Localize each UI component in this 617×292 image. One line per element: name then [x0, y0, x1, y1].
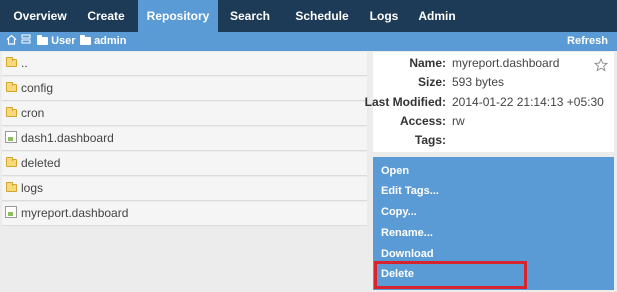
detail-label: Tags:: [414, 133, 446, 147]
breadcrumb-label: admin: [94, 35, 127, 47]
detail-label: Access:: [399, 114, 446, 128]
folder-icon: [6, 157, 17, 167]
folder-icon: [37, 35, 48, 45]
rename-action[interactable]: Rename...: [381, 223, 433, 243]
nav-item-logs[interactable]: Logs: [362, 0, 406, 32]
nav-item-overview[interactable]: Overview: [6, 0, 74, 32]
file-name: cron: [21, 106, 45, 120]
detail-size: Size: 593 bytes: [373, 72, 614, 92]
file-name: config: [21, 81, 54, 95]
folder-icon: [6, 182, 17, 192]
nav-item-create[interactable]: Create: [74, 0, 138, 32]
copy-action[interactable]: Copy...: [381, 202, 417, 222]
top-nav-bar: Overview Create Repository Search Schedu…: [0, 0, 617, 32]
folder-icon: [80, 35, 91, 45]
file-name: ..: [21, 56, 28, 70]
file-name: dash1.dashboard: [21, 131, 114, 145]
file-row-parent[interactable]: ..: [2, 52, 367, 76]
detail-name: Name: myreport.dashboard: [373, 53, 614, 73]
detail-access: Access: rw: [373, 111, 614, 131]
file-row-dash1[interactable]: dash1.dashboard: [2, 127, 367, 151]
detail-tags: Tags:: [373, 130, 614, 150]
detail-label: Name:: [409, 56, 446, 70]
folder-icon: [6, 107, 17, 117]
file-row-config[interactable]: config: [2, 77, 367, 101]
delete-highlight-box: [374, 261, 527, 289]
nav-item-schedule[interactable]: Schedule: [282, 0, 362, 32]
folder-icon: [6, 57, 17, 67]
detail-value: 593 bytes: [452, 75, 505, 89]
file-row-cron[interactable]: cron: [2, 102, 367, 126]
breadcrumb-item-user[interactable]: User: [37, 32, 76, 51]
folder-icon: [6, 82, 17, 92]
edit-tags-action[interactable]: Edit Tags...: [381, 181, 439, 201]
file-row-logs[interactable]: logs: [2, 177, 367, 201]
detail-value: 2014-01-22 21:14:13 +05:30: [452, 95, 604, 109]
file-name: myreport.dashboard: [21, 206, 129, 220]
refresh-button[interactable]: Refresh: [567, 32, 608, 51]
file-list: .. config cron dash1.dashboard deleted l…: [2, 52, 367, 227]
breadcrumb-label: User: [51, 35, 76, 47]
home-icon[interactable]: [6, 32, 17, 51]
nav-item-repository[interactable]: Repository: [138, 0, 218, 32]
nav-item-admin[interactable]: Admin: [406, 0, 468, 32]
file-name: deleted: [21, 156, 61, 170]
detail-label: Size:: [417, 75, 446, 89]
dashboard-file-icon: [5, 131, 17, 143]
breadcrumb: User admin Refresh: [0, 32, 617, 51]
file-row-myreport[interactable]: myreport.dashboard: [2, 202, 367, 226]
file-row-deleted[interactable]: deleted: [2, 152, 367, 176]
detail-value: rw: [452, 114, 465, 128]
detail-label: Last Modified:: [364, 95, 446, 109]
dashboard-file-icon: [5, 206, 17, 218]
server-icon[interactable]: [21, 32, 31, 51]
detail-value: myreport.dashboard: [452, 56, 560, 70]
detail-modified: Last Modified: 2014-01-22 21:14:13 +05:3…: [365, 92, 614, 112]
file-name: logs: [21, 181, 44, 195]
nav-item-search[interactable]: Search: [218, 0, 282, 32]
breadcrumb-item-admin[interactable]: admin: [80, 32, 126, 51]
open-action[interactable]: Open: [381, 161, 409, 181]
file-details-panel: Name: myreport.dashboard Size: 593 bytes…: [365, 52, 614, 152]
